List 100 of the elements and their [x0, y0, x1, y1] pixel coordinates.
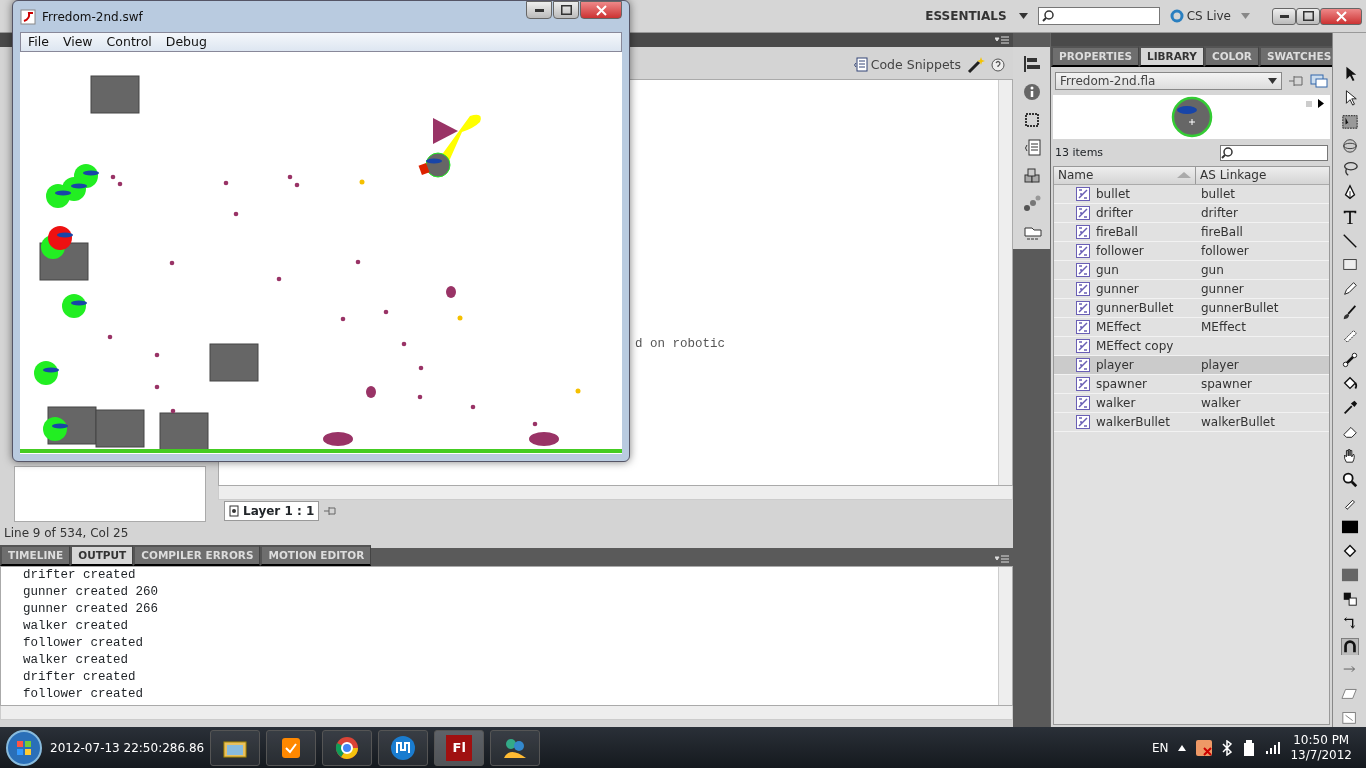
cs-live-icon [1169, 9, 1184, 23]
help-icon[interactable] [991, 58, 1005, 72]
layer-icon [229, 505, 239, 517]
library-row[interactable]: spawner spawner [1054, 374, 1329, 394]
close-button[interactable] [580, 1, 622, 19]
menu-item[interactable]: View [55, 32, 100, 52]
library-row[interactable]: MEffect MEffect [1054, 317, 1329, 337]
minimize-icon [1279, 14, 1289, 18]
menu-item[interactable]: Control [99, 32, 159, 52]
window-title: Frredom-2nd.swf [42, 8, 143, 26]
tray-arrow-icon[interactable] [1178, 744, 1187, 751]
panel-tab[interactable]: LIBRARY [1139, 46, 1204, 67]
clock[interactable]: 10:50 PM 13/7/2012 [1290, 732, 1352, 763]
play-icon[interactable] [1318, 99, 1324, 108]
document-dropdown[interactable]: Frredom-2nd.fla [1055, 72, 1282, 90]
minimize-button[interactable] [526, 1, 552, 19]
movie-clip-icon [1076, 376, 1090, 391]
fill-swatch-icon[interactable] [1339, 566, 1360, 584]
movie-clip-icon [1076, 357, 1090, 372]
workspace-switcher[interactable]: ESSENTIALS [925, 7, 1028, 25]
panel-tab[interactable]: TIMELINE [0, 545, 71, 566]
library-row[interactable]: follower follower [1054, 241, 1329, 261]
code-icon[interactable] [1022, 139, 1041, 157]
minimize-button[interactable] [1272, 7, 1296, 25]
close-button[interactable] [1320, 7, 1362, 25]
vertical-scrollbar[interactable] [998, 80, 1012, 485]
taskbar-button[interactable] [490, 729, 541, 766]
movie-clip-icon [1076, 205, 1090, 220]
battery-icon[interactable] [1242, 739, 1257, 756]
library-row[interactable]: bullet bullet [1054, 184, 1329, 204]
pin-icon[interactable] [1288, 74, 1304, 88]
column-header[interactable]: Name [1054, 166, 1196, 184]
info-icon[interactable] [1022, 83, 1041, 101]
panel-tab[interactable]: COMPILER ERRORS [133, 545, 261, 566]
panel-tab[interactable]: PROPERTIES [1051, 46, 1139, 67]
menu-item[interactable]: File [21, 32, 56, 52]
panel-tab[interactable]: COLOR [1203, 46, 1259, 67]
signal-icon[interactable] [1266, 741, 1281, 754]
horizontal-scrollbar[interactable] [0, 706, 1013, 720]
maximize-icon [1302, 11, 1314, 21]
output-line: walker created [23, 652, 130, 669]
taskbar-button[interactable] [210, 729, 261, 766]
snap-icon[interactable] [1339, 637, 1360, 656]
language-indicator[interactable]: EN [1151, 738, 1169, 757]
taskbar-button[interactable]: Fl [434, 729, 485, 766]
caret-icon[interactable] [1018, 13, 1028, 19]
horizontal-scrollbar[interactable] [218, 486, 1013, 500]
library-row[interactable]: MEffect copy [1054, 336, 1329, 356]
taskbar-button[interactable] [378, 729, 429, 766]
sort-up-icon [1177, 172, 1191, 178]
output-line: walker created [23, 618, 130, 635]
output-line: follower created [23, 635, 145, 652]
movie-clip-icon [1076, 395, 1090, 410]
tray-app-icon[interactable] [1196, 739, 1213, 756]
maximize-icon [560, 5, 572, 15]
flash-file-icon [20, 8, 36, 25]
panel-menu-icon[interactable] [995, 36, 1009, 44]
search-field[interactable] [1220, 145, 1328, 162]
maximize-button[interactable] [1296, 7, 1320, 25]
panel-tab[interactable]: OUTPUT [70, 545, 134, 566]
code-snippets-button[interactable]: Code Snippets [851, 55, 961, 75]
snippet-icon [851, 57, 868, 73]
taskbar-button[interactable] [322, 729, 373, 766]
movie-clip-icon [1076, 338, 1090, 353]
column-header[interactable]: AS Linkage [1196, 166, 1267, 184]
transform-icon[interactable] [1022, 111, 1041, 129]
free-transform-icon[interactable] [1339, 112, 1360, 131]
dots-icon[interactable] [1022, 195, 1041, 213]
bluetooth-icon[interactable] [1222, 739, 1233, 756]
vertical-scrollbar[interactable] [998, 567, 1012, 705]
pin-icon[interactable] [323, 505, 338, 517]
panel-tab[interactable]: MOTION EDITOR [260, 545, 372, 566]
minimize-icon [534, 8, 544, 12]
library-row[interactable]: walker walker [1054, 393, 1329, 413]
library-row[interactable]: gunnerBullet gunnerBullet [1054, 298, 1329, 318]
library-row[interactable]: gunner gunner [1054, 279, 1329, 299]
maximize-button[interactable] [553, 1, 579, 19]
library-row[interactable]: fireBall fireBall [1054, 222, 1329, 242]
menu-item[interactable]: Debug [158, 32, 214, 52]
align-icon[interactable] [1022, 55, 1041, 73]
panel-menu-icon[interactable] [995, 555, 1009, 563]
layer-tab[interactable]: Layer 1 : 1 [224, 501, 320, 521]
item-count: 13 items [1055, 145, 1104, 161]
status-text: Line 9 of 534, Col 25 [3, 525, 130, 542]
magic-wand-icon[interactable] [967, 56, 985, 74]
timestamp-text: 2012-07-13 22:50:286.86 [50, 739, 205, 757]
caret-icon [1268, 78, 1277, 84]
movie-clip-icon [1076, 281, 1090, 296]
cs-live-button[interactable]: CS Live [1169, 7, 1231, 25]
new-library-icon[interactable] [1310, 74, 1328, 88]
library-row[interactable]: walkerBullet walkerBullet [1054, 412, 1329, 432]
search-field[interactable] [1037, 7, 1160, 25]
components-icon[interactable] [1022, 167, 1041, 185]
library-row[interactable]: gun gun [1054, 260, 1329, 280]
movie-clip-icon [1076, 262, 1090, 277]
taskbar-button[interactable] [266, 729, 317, 766]
library-row[interactable]: drifter drifter [1054, 203, 1329, 223]
start-button[interactable] [4, 727, 44, 768]
movie-clip-icon [1076, 414, 1090, 429]
movie-clip-icon [1076, 186, 1090, 201]
